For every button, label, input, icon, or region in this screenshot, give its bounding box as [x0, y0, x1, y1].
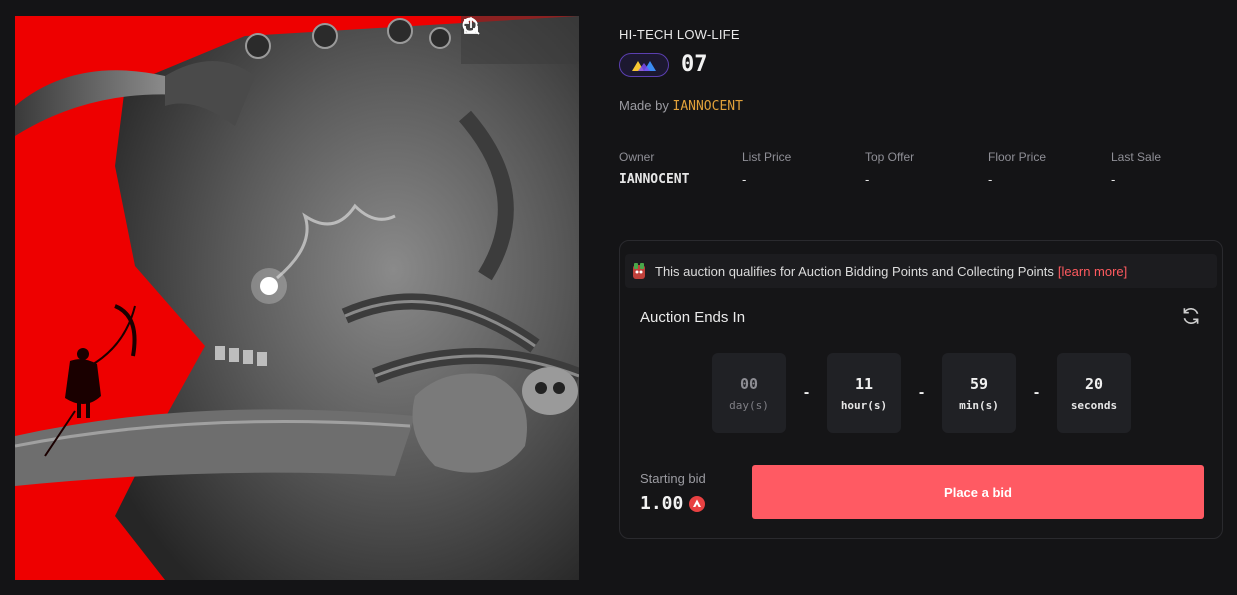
made-by-label: Made by [619, 98, 669, 113]
countdown-days: 00 day(s) [712, 353, 786, 433]
stat-label: List Price [742, 150, 792, 164]
auction-title: Auction Ends In [640, 309, 746, 326]
countdown-value: 20 [1084, 374, 1104, 393]
countdown-value: 59 [969, 374, 989, 393]
creator-link[interactable]: IANNOCENT [673, 99, 743, 114]
countdown-value: 00 [739, 374, 759, 393]
stat-label: Floor Price [988, 150, 1047, 164]
token-name: 07 [681, 52, 708, 77]
place-bid-button[interactable]: Place a bid [752, 465, 1204, 519]
stat-label: Top Offer [865, 150, 915, 164]
stat-value: - [988, 172, 993, 187]
countdown-separator: - [918, 384, 925, 401]
countdown-separator: - [1033, 384, 1040, 401]
countdown-timer: 00 day(s) - 11 hour(s) - 59 min(s) - 20 … [712, 353, 1131, 433]
stat-label: Owner [619, 150, 655, 164]
learn-more-link[interactable]: [learn more] [1058, 264, 1127, 279]
stat-label: Last Sale [1111, 150, 1162, 164]
collection-name[interactable]: HI-TECH LOW-LIFE [619, 27, 740, 42]
stat-top-offer: Top Offer - [865, 150, 988, 187]
countdown-unit: hour(s) [840, 398, 888, 412]
starting-bid: 1.00 [640, 493, 706, 514]
starting-bid-label: Starting bid [640, 471, 706, 486]
artwork-image [15, 16, 579, 580]
refresh-icon[interactable] [1180, 305, 1202, 327]
stat-value: - [1111, 172, 1116, 187]
countdown-separator: - [803, 384, 810, 401]
countdown-value: 11 [854, 374, 874, 393]
stat-owner: Owner IANNOCENT [619, 150, 742, 187]
nft-artwork[interactable] [15, 16, 579, 580]
stat-last-sale: Last Sale - [1111, 150, 1234, 187]
owner-link[interactable]: IANNOCENT [619, 172, 742, 187]
auction-points-notice: This auction qualifies for Auction Biddi… [625, 254, 1217, 288]
share-icon[interactable] [464, 16, 567, 52]
artwork-toolbar [461, 16, 579, 64]
stat-value: - [865, 172, 870, 187]
stats-row: Owner IANNOCENT List Price - Top Offer -… [619, 150, 1234, 187]
stat-floor-price: Floor Price - [988, 150, 1111, 187]
countdown-seconds: 20 seconds [1057, 353, 1131, 433]
avax-icon [689, 495, 706, 512]
auction-card: This auction qualifies for Auction Biddi… [619, 240, 1223, 539]
search-icon[interactable] [462, 17, 532, 52]
notice-text: This auction qualifies for Auction Biddi… [655, 263, 1054, 279]
countdown-unit: day(s) [729, 398, 769, 412]
points-mascot-icon [633, 263, 645, 279]
token-header: 07 [619, 52, 708, 77]
countdown-hours: 11 hour(s) [827, 353, 901, 433]
stat-list-price: List Price - [742, 150, 865, 187]
countdown-minutes: 59 min(s) [942, 353, 1016, 433]
starting-bid-amount: 1.00 [640, 493, 684, 514]
avalanche-triangles-icon [619, 52, 669, 77]
made-by: Made by IANNOCENT [619, 98, 743, 114]
countdown-unit: seconds [1070, 398, 1118, 412]
stat-value: - [742, 172, 747, 187]
countdown-unit: min(s) [959, 398, 999, 412]
